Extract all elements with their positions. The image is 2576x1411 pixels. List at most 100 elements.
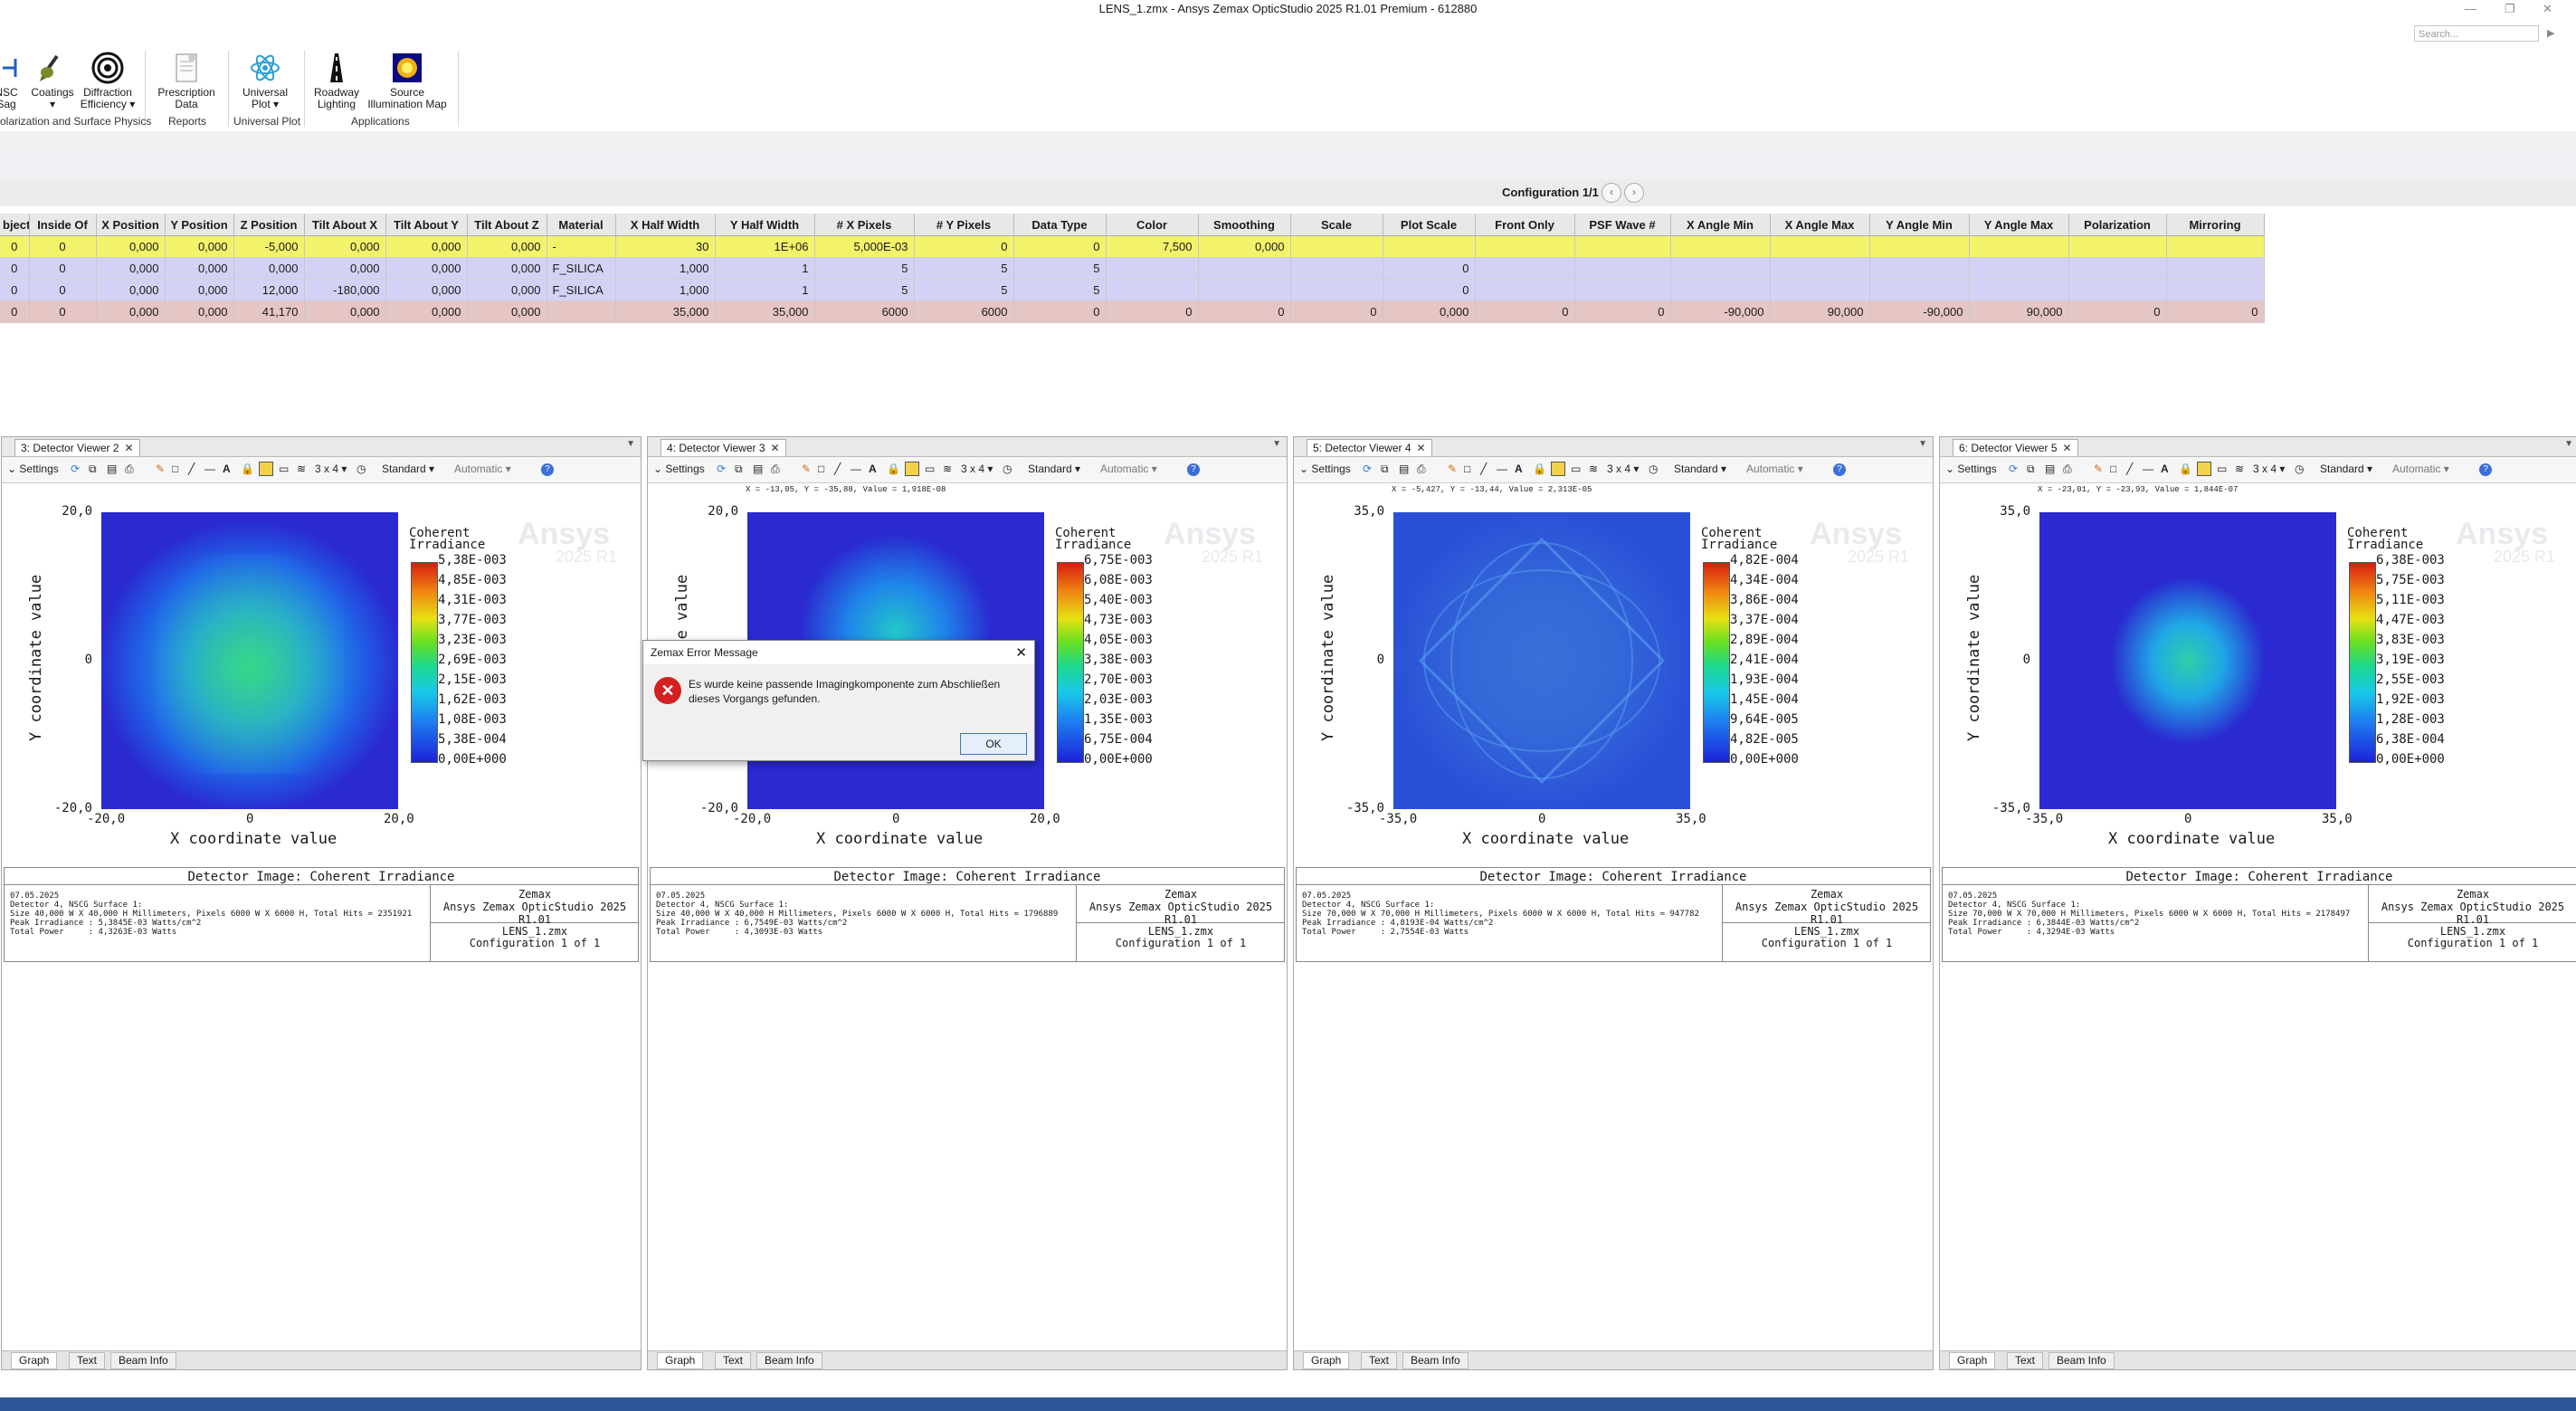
table-cell[interactable]: 0 xyxy=(2068,300,2167,323)
table-cell[interactable]: 6000 xyxy=(814,300,915,323)
pencil-icon[interactable]: ✎ xyxy=(156,462,165,475)
table-cell[interactable]: 0 xyxy=(1013,300,1107,323)
table-cell[interactable]: 0,000 xyxy=(385,279,468,301)
layout-dropdown[interactable]: 3 x 4 ▾ xyxy=(2253,462,2285,475)
window-icon[interactable]: ▭ xyxy=(279,462,289,475)
print-icon[interactable]: ⎙ xyxy=(1417,462,1426,476)
column-header[interactable]: X Position xyxy=(96,214,166,236)
line-icon[interactable]: ╱ xyxy=(188,462,195,475)
detector-image[interactable] xyxy=(1393,512,1690,809)
layout-dropdown[interactable]: 3 x 4 ▾ xyxy=(961,462,993,475)
table-cell[interactable]: -5,000 xyxy=(233,235,305,258)
detector-image[interactable] xyxy=(101,512,398,809)
table-cell[interactable]: 0,000 xyxy=(96,300,166,323)
table-cell[interactable]: 0 xyxy=(29,300,97,323)
table-cell[interactable]: -90,000 xyxy=(1670,300,1771,323)
save-icon[interactable]: ▤ xyxy=(1399,462,1409,475)
print-icon[interactable]: ⎙ xyxy=(125,462,134,476)
table-cell[interactable] xyxy=(1869,235,1970,258)
table-cell[interactable]: 0 xyxy=(1574,300,1671,323)
help-icon[interactable]: ? xyxy=(1833,463,1846,476)
window-icon[interactable]: ▭ xyxy=(2217,462,2227,475)
viewer-tab[interactable]: 5: Detector Viewer 4 ✕ xyxy=(1307,439,1432,456)
column-header[interactable]: Y Angle Min xyxy=(1869,214,1970,236)
table-cell[interactable] xyxy=(1670,279,1771,301)
tab-text[interactable]: Text xyxy=(2007,1352,2044,1369)
table-cell[interactable] xyxy=(1475,257,1575,280)
settings-button[interactable]: ⌄ Settings xyxy=(1299,462,1351,475)
grid-toggle-icon[interactable] xyxy=(2197,462,2211,476)
settings-button[interactable]: ⌄ Settings xyxy=(7,462,59,475)
tab-text[interactable]: Text xyxy=(69,1352,106,1369)
table-cell[interactable]: -180,000 xyxy=(304,279,386,301)
search-go-icon[interactable]: ▶ xyxy=(2547,27,2554,39)
pencil-icon[interactable]: ✎ xyxy=(802,462,811,475)
pencil-icon[interactable]: ✎ xyxy=(2094,462,2103,475)
table-cell[interactable]: 0 xyxy=(1013,235,1107,258)
tab-text[interactable]: Text xyxy=(715,1352,752,1369)
pencil-icon[interactable]: ✎ xyxy=(1448,462,1457,475)
close-tab-icon[interactable]: ✕ xyxy=(771,442,780,454)
refresh-icon[interactable]: ⟳ xyxy=(1363,462,1372,475)
table-cell[interactable]: 0 xyxy=(29,279,97,301)
table-cell[interactable]: 0 xyxy=(1475,300,1575,323)
lock-icon[interactable]: 🔒 xyxy=(887,462,900,475)
table-cell[interactable]: 0,000 xyxy=(467,300,547,323)
layers-icon[interactable]: ≋ xyxy=(297,462,306,475)
table-cell[interactable]: 6000 xyxy=(914,300,1014,323)
text-tool-icon[interactable]: A xyxy=(2161,462,2169,475)
column-header[interactable]: Material xyxy=(547,214,616,236)
tab-graph[interactable]: Graph xyxy=(657,1352,704,1369)
column-header[interactable]: Mirroring xyxy=(2166,214,2265,236)
config-next-button[interactable]: › xyxy=(1624,183,1644,203)
column-header[interactable]: Smoothing xyxy=(1198,214,1291,236)
clock-icon[interactable]: ◷ xyxy=(356,462,366,475)
grid-toggle-icon[interactable] xyxy=(259,462,273,476)
table-cell[interactable] xyxy=(1475,279,1575,301)
refresh-icon[interactable]: ⟳ xyxy=(717,462,726,475)
table-cell[interactable]: 0,000 xyxy=(1383,300,1476,323)
column-header[interactable]: bject xyxy=(0,214,30,236)
column-header[interactable]: # Y Pixels xyxy=(914,214,1014,236)
save-icon[interactable]: ▤ xyxy=(2045,462,2055,475)
hline-icon[interactable]: — xyxy=(204,462,215,475)
table-cell[interactable]: 0,000 xyxy=(233,257,305,280)
tab-graph[interactable]: Graph xyxy=(11,1352,58,1369)
ribbon-roadway-lighting-button[interactable]: Roadway Lighting xyxy=(308,51,366,110)
print-icon[interactable]: ⎙ xyxy=(2063,462,2072,476)
copy-icon[interactable]: ⧉ xyxy=(2027,462,2035,476)
table-cell[interactable] xyxy=(1869,279,1970,301)
table-cell[interactable] xyxy=(1574,279,1671,301)
table-cell[interactable] xyxy=(1383,235,1476,258)
pane-menu-icon[interactable]: ▼ xyxy=(2564,439,2573,449)
table-cell[interactable]: 0 xyxy=(0,279,30,301)
table-cell[interactable]: 0 xyxy=(914,235,1014,258)
table-cell[interactable] xyxy=(1670,257,1771,280)
grid-toggle-icon[interactable] xyxy=(905,462,919,476)
table-cell[interactable] xyxy=(547,300,616,323)
table-cell[interactable] xyxy=(1574,257,1671,280)
pane-menu-icon[interactable]: ▼ xyxy=(626,439,635,449)
table-cell[interactable]: 0,000 xyxy=(304,300,386,323)
table-cell[interactable]: 35,000 xyxy=(715,300,815,323)
hline-icon[interactable]: — xyxy=(1497,462,1507,475)
tab-text[interactable]: Text xyxy=(1361,1352,1398,1369)
column-header[interactable]: Scale xyxy=(1290,214,1383,236)
grid-toggle-icon[interactable] xyxy=(1551,462,1565,476)
column-header[interactable]: Plot Scale xyxy=(1383,214,1476,236)
table-cell[interactable]: 0,000 xyxy=(304,257,386,280)
table-cell[interactable]: 0,000 xyxy=(1198,235,1291,258)
table-cell[interactable] xyxy=(1969,257,2069,280)
table-cell[interactable]: 5 xyxy=(1013,257,1107,280)
table-cell[interactable]: 0,000 xyxy=(304,235,386,258)
column-header[interactable]: Color xyxy=(1106,214,1199,236)
lock-icon[interactable]: 🔒 xyxy=(2179,462,2192,475)
column-header[interactable]: PSF Wave # xyxy=(1574,214,1671,236)
pane-menu-icon[interactable]: ▼ xyxy=(1272,439,1281,449)
table-cell[interactable]: 0 xyxy=(0,300,30,323)
layers-icon[interactable]: ≋ xyxy=(943,462,952,475)
table-cell[interactable] xyxy=(1770,257,1870,280)
close-tab-icon[interactable]: ✕ xyxy=(1417,442,1426,454)
tab-graph[interactable]: Graph xyxy=(1303,1352,1350,1369)
tab-beam-info[interactable]: Beam Info xyxy=(756,1352,822,1369)
